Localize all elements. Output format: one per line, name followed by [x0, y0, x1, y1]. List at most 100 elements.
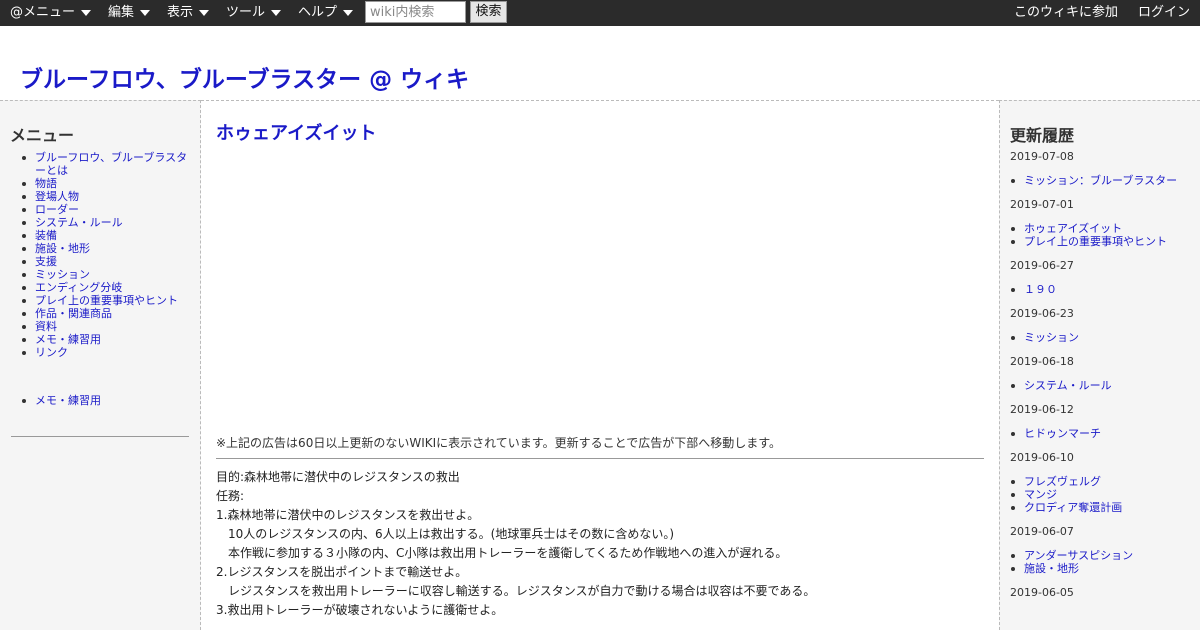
sidebar-item-label[interactable]: リンク: [35, 346, 68, 359]
sidebar-item-products[interactable]: 作品・関連商品: [11, 307, 191, 320]
edit-menu-label: 編集: [108, 5, 135, 20]
sidebar-item-facilities[interactable]: 施設・地形: [11, 242, 191, 255]
tools-menu-label: ツール: [226, 5, 266, 20]
sidebar-item-label[interactable]: メモ・練習用: [35, 333, 101, 346]
history-item-label[interactable]: プレイ上の重要事項やヒント: [1024, 235, 1167, 248]
page-title[interactable]: ホゥェアイズイット: [216, 119, 377, 145]
sidebar-item-label[interactable]: 登場人物: [35, 190, 79, 203]
sidebar-item-links[interactable]: リンク: [11, 346, 191, 359]
sidebar-item-label[interactable]: ローダー: [35, 203, 79, 216]
history-item[interactable]: マンジ: [1000, 488, 1198, 501]
view-menu-dropdown[interactable]: 表示: [167, 0, 210, 26]
sidebar-item-loader[interactable]: ローダー: [11, 203, 191, 216]
history-list: １９０: [1000, 283, 1198, 296]
login-link[interactable]: ログイン: [1138, 0, 1190, 26]
menu-heading: メニュー: [10, 126, 75, 145]
history-list: ホゥェアイズイット プレイ上の重要事項やヒント: [1000, 222, 1198, 248]
sidebar-item-label[interactable]: プレイ上の重要事項やヒント: [35, 294, 178, 307]
sidebar-item-label[interactable]: メモ・練習用: [35, 394, 101, 407]
history-item-label[interactable]: ミッション：ブルーブラスター: [1024, 174, 1177, 187]
history-item[interactable]: アンダーサスピション: [1000, 549, 1198, 562]
history-item[interactable]: ホゥェアイズイット: [1000, 222, 1198, 235]
right-sidebar: 更新履歴 2019-07-08 ミッション：ブルーブラスター 2019-07-0…: [999, 100, 1200, 630]
history-item[interactable]: クロディア奪還計画: [1000, 501, 1198, 514]
history-date: 2019-06-27: [1010, 259, 1074, 272]
history-date: 2019-06-18: [1010, 355, 1074, 368]
sidebar-item-endings[interactable]: エンディング分岐: [11, 281, 191, 294]
history-item[interactable]: ミッション：ブルーブラスター: [1000, 174, 1198, 187]
history-item[interactable]: 施設・地形: [1000, 562, 1198, 575]
history-date: 2019-06-10: [1010, 451, 1074, 464]
sidebar-item-label[interactable]: 物語: [35, 177, 57, 190]
chevron-down-icon: [81, 9, 92, 16]
task-detail-line: 10人のレジスタンスの内、6人以上は救出する。(地球軍兵士はその数に含めない。): [228, 527, 675, 541]
tasks-heading: 任務:: [216, 489, 245, 503]
history-item[interactable]: システム・ルール: [1000, 379, 1198, 392]
sidebar-item-support[interactable]: 支援: [11, 255, 191, 268]
history-item-label[interactable]: 施設・地形: [1024, 562, 1079, 575]
content-divider: [216, 458, 984, 459]
sidebar-item-system-rules[interactable]: システム・ルール: [11, 216, 191, 229]
left-extra-list: メモ・練習用: [11, 394, 191, 407]
wiki-search-input[interactable]: [365, 1, 466, 23]
history-item-label[interactable]: ヒドゥンマーチ: [1024, 427, 1101, 440]
history-list: アンダーサスピション 施設・地形: [1000, 549, 1198, 575]
sidebar-item-memo-extra[interactable]: メモ・練習用: [11, 394, 191, 407]
history-item-label[interactable]: クロディア奪還計画: [1024, 501, 1122, 514]
sidebar-item-label[interactable]: システム・ルール: [35, 216, 123, 229]
history-list: ミッション: [1000, 331, 1198, 344]
history-list: システム・ルール: [1000, 379, 1198, 392]
history-list: ヒドゥンマーチ: [1000, 427, 1198, 440]
sidebar-item-characters[interactable]: 登場人物: [11, 190, 191, 203]
join-wiki-link[interactable]: このウィキに参加: [1014, 0, 1118, 26]
sidebar-item-label[interactable]: ブルーフロウ、ブルーブラスターとは: [35, 151, 187, 177]
sidebar-item-missions[interactable]: ミッション: [11, 268, 191, 281]
history-item-label[interactable]: システム・ルール: [1024, 379, 1112, 392]
top-bar: @メニュー 編集 表示 ツール ヘルプ 検索 このウィキに参加 ログイン: [0, 0, 1200, 26]
sidebar-item-tips[interactable]: プレイ上の重要事項やヒント: [11, 294, 191, 307]
history-date: 2019-06-07: [1010, 525, 1074, 538]
atmenu-label: @メニュー: [10, 5, 76, 20]
edit-menu-dropdown[interactable]: 編集: [108, 0, 151, 26]
history-item-label[interactable]: アンダーサスピション: [1024, 549, 1133, 562]
sidebar-item-memo[interactable]: メモ・練習用: [11, 333, 191, 346]
history-item-label[interactable]: フレズヴェルグ: [1024, 475, 1101, 488]
chevron-down-icon: [343, 9, 354, 16]
tools-menu-dropdown[interactable]: ツール: [226, 0, 282, 26]
history-item[interactable]: フレズヴェルグ: [1000, 475, 1198, 488]
main-content: ホゥェアイズイット ※上記の広告は60日以上更新のないWIKIに表示されています…: [201, 100, 999, 630]
history-item[interactable]: １９０: [1000, 283, 1198, 296]
history-list: フレズヴェルグ マンジ クロディア奪還計画: [1000, 475, 1198, 514]
search-button[interactable]: 検索: [470, 1, 507, 23]
help-menu-label: ヘルプ: [298, 5, 338, 20]
sidebar-item-about[interactable]: ブルーフロウ、ブルーブラスターとは: [11, 151, 191, 177]
task-detail-line: レジスタンスを救出用トレーラーに収容し輸送する。レジスタンスが自力で動ける場合は…: [228, 584, 816, 598]
sidebar-item-label[interactable]: エンディング分岐: [35, 281, 122, 294]
history-date: 2019-06-23: [1010, 307, 1074, 320]
sidebar-item-label[interactable]: 装備: [35, 229, 57, 242]
task-detail-line: 本作戦に参加する３小隊の内、C小隊は救出用トレーラーを護衛してくるため作戦地への…: [228, 546, 788, 560]
ad-notice: ※上記の広告は60日以上更新のないWIKIに表示されています。更新することで広告…: [216, 436, 782, 450]
history-item-label[interactable]: ホゥェアイズイット: [1024, 222, 1122, 235]
history-item[interactable]: プレイ上の重要事項やヒント: [1000, 235, 1198, 248]
sidebar-item-story[interactable]: 物語: [11, 177, 191, 190]
sidebar-item-label[interactable]: ミッション: [35, 268, 90, 281]
chevron-down-icon: [199, 9, 210, 16]
history-item-label[interactable]: １９０: [1024, 283, 1057, 296]
history-item-label[interactable]: マンジ: [1024, 488, 1057, 501]
history-date: 2019-07-08: [1010, 150, 1074, 163]
history-item[interactable]: ミッション: [1000, 331, 1198, 344]
history-item-label[interactable]: ミッション: [1024, 331, 1079, 344]
task-line: 2.レジスタンスを脱出ポイントまで輸送せよ。: [216, 565, 468, 579]
sidebar-item-equipment[interactable]: 装備: [11, 229, 191, 242]
site-title[interactable]: ブルーフロウ、ブルーブラスター @ ウィキ: [20, 60, 469, 94]
history-item[interactable]: ヒドゥンマーチ: [1000, 427, 1198, 440]
sidebar-item-resources[interactable]: 資料: [11, 320, 191, 333]
sidebar-item-label[interactable]: 資料: [35, 320, 57, 333]
sidebar-item-label[interactable]: 支援: [35, 255, 57, 268]
sidebar-item-label[interactable]: 施設・地形: [35, 242, 90, 255]
update-history: 2019-07-08 ミッション：ブルーブラスター 2019-07-01 ホゥェ…: [1010, 149, 1198, 600]
atmenu-dropdown[interactable]: @メニュー: [10, 0, 92, 26]
sidebar-item-label[interactable]: 作品・関連商品: [35, 307, 112, 320]
help-menu-dropdown[interactable]: ヘルプ: [298, 0, 354, 26]
